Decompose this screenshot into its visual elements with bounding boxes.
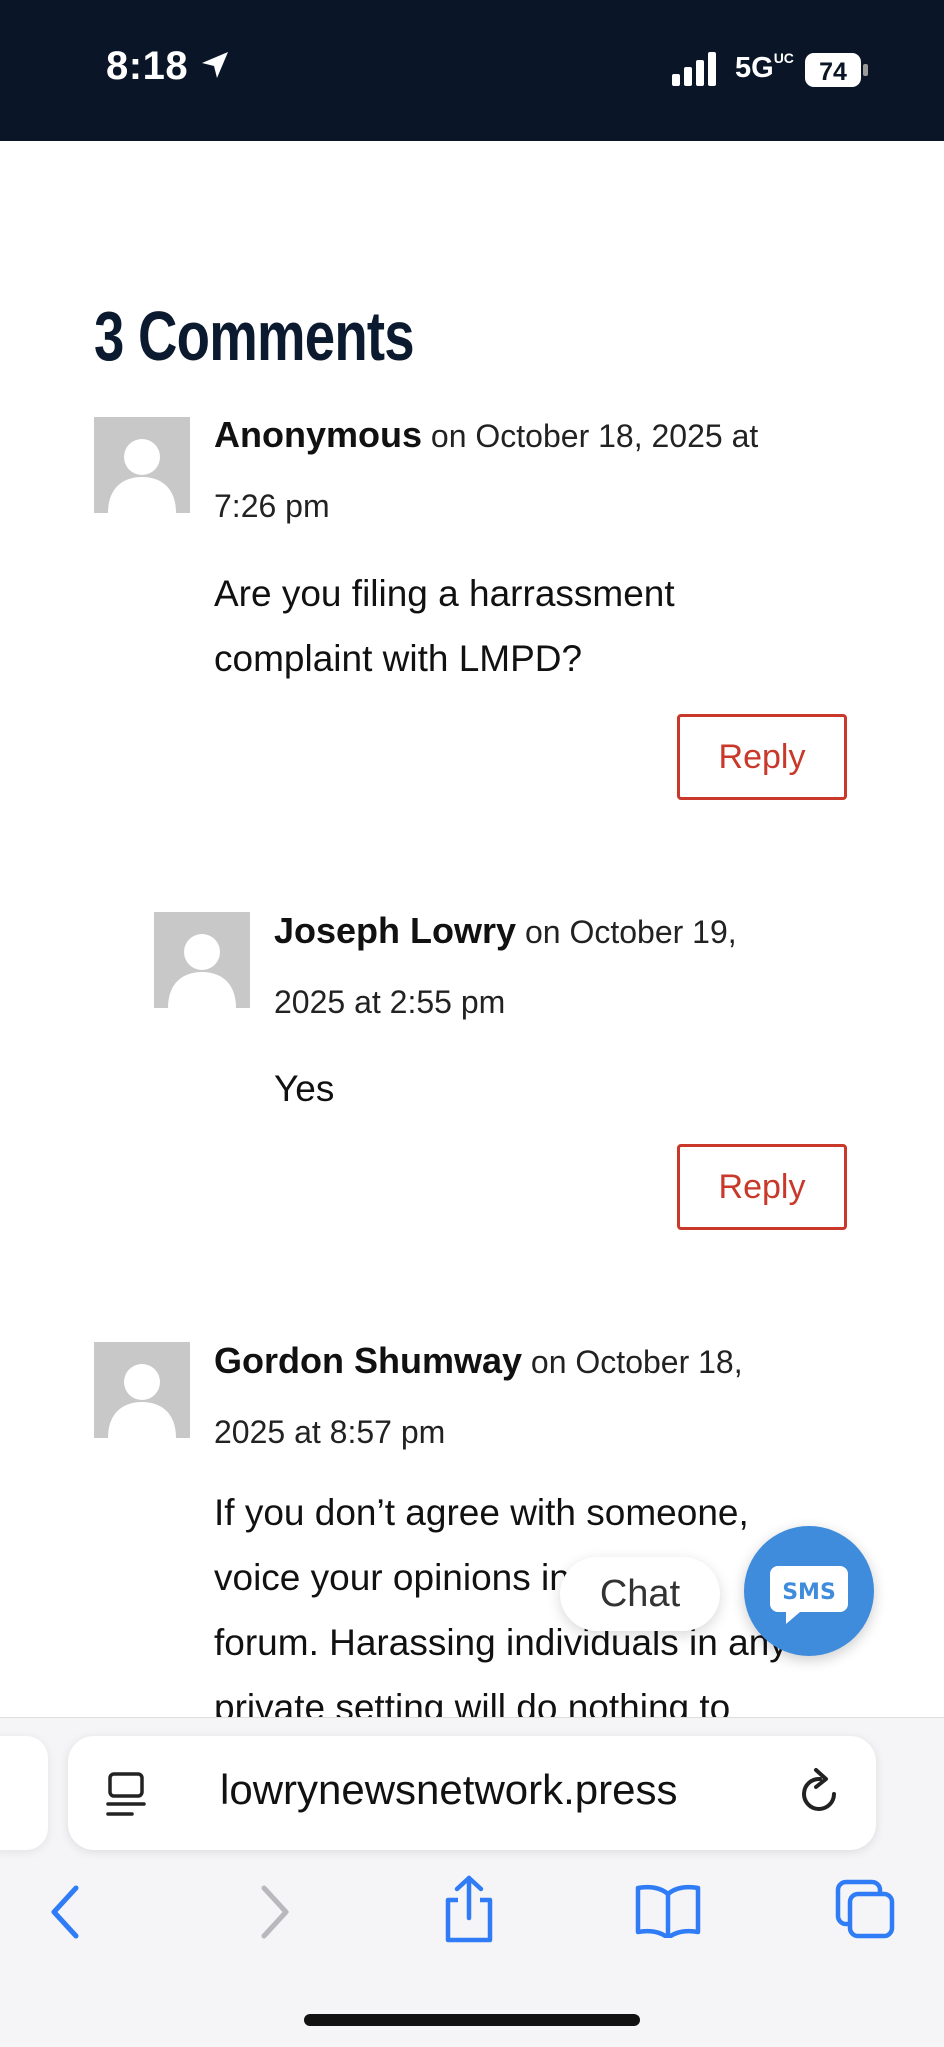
share-icon[interactable] <box>440 1874 498 1944</box>
tabs-icon[interactable] <box>834 1878 898 1942</box>
sms-chat-button[interactable]: SMS <box>744 1526 874 1656</box>
comment-author[interactable]: Gordon Shumway <box>214 1340 522 1381</box>
avatar <box>94 1342 190 1438</box>
comments-heading: 3 Comments <box>94 297 415 375</box>
comment-date-time[interactable]: 2025 at 8:57 pm <box>214 1414 445 1450</box>
comment-author[interactable]: Anonymous <box>214 414 422 455</box>
avatar <box>94 417 190 513</box>
comment-meta: Gordon Shumway on October 18, 2025 at 8:… <box>214 1326 854 1467</box>
network-type: 5GUC <box>735 50 794 84</box>
comment-meta: Joseph Lowry on October 19, 2025 at 2:55… <box>274 896 854 1037</box>
location-arrow-icon <box>202 52 228 78</box>
comment-body: Are you filing a harrassment complaint w… <box>214 573 675 679</box>
sms-bubble-icon: SMS <box>770 1566 848 1624</box>
comment-date-time[interactable]: 2025 at 2:55 pm <box>274 984 505 1020</box>
forward-icon[interactable] <box>254 1884 294 1940</box>
reply-button[interactable]: Reply <box>677 1144 847 1230</box>
home-indicator <box>304 2014 640 2026</box>
status-time: 8:18 <box>106 44 189 88</box>
default-avatar-icon <box>168 934 236 1008</box>
chat-label-bubble[interactable]: Chat <box>560 1557 720 1631</box>
comment-date[interactable]: on October 18, <box>531 1344 743 1380</box>
default-avatar-icon <box>108 439 176 513</box>
battery-icon: 74 <box>805 53 868 87</box>
comment-date[interactable]: on October 19, <box>525 914 737 950</box>
comment-date[interactable]: on October 18, 2025 at <box>431 418 758 454</box>
back-icon[interactable] <box>46 1884 86 1940</box>
previous-tab-preview[interactable] <box>0 1736 48 1850</box>
comment-body: Yes <box>274 1068 335 1109</box>
cellular-signal-icon <box>672 52 716 86</box>
default-avatar-icon <box>108 1364 176 1438</box>
sms-label: SMS <box>782 1580 836 1605</box>
reply-button[interactable]: Reply <box>677 714 847 800</box>
comment-author[interactable]: Joseph Lowry <box>274 910 516 951</box>
comment-date-time[interactable]: 7:26 pm <box>214 488 330 524</box>
status-bar: 8:18 5GUC 74 <box>0 0 944 141</box>
page-menu-icon[interactable] <box>104 1770 148 1820</box>
battery-level: 74 <box>819 58 847 86</box>
comment-meta: Anonymous on October 18, 2025 at 7:26 pm <box>214 400 854 541</box>
avatar <box>154 912 250 1008</box>
bookmarks-icon[interactable] <box>634 1882 702 1938</box>
url-text[interactable]: lowrynewsnetwork.press <box>220 1766 678 1814</box>
reload-icon[interactable] <box>796 1766 844 1818</box>
